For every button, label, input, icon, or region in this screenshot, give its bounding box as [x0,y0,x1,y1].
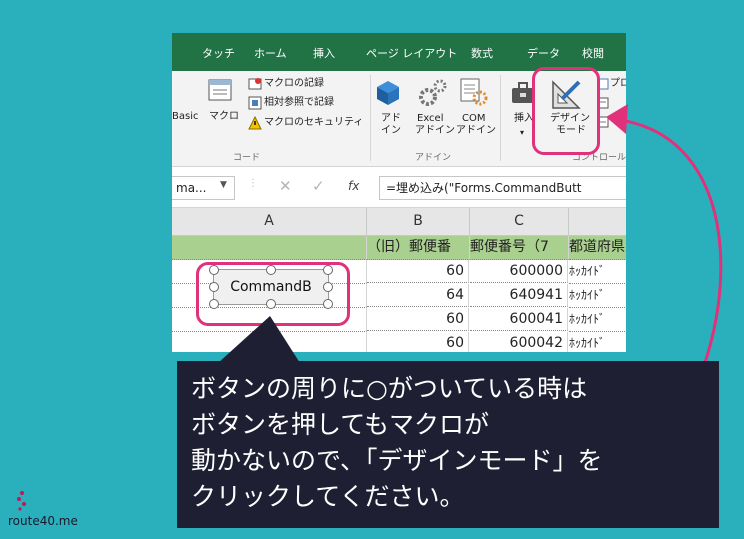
arrowhead-icon [606,104,628,134]
callout-line-1: ボタンの周りに○がついている時は [191,374,588,403]
callout-line-3: 動かないので、「デザインモード」を [191,446,603,475]
route40-logo-icon [17,491,26,511]
instruction-callout: ボタンの周りに○がついている時は ボタンを押してもマクロが 動かないので、「デザ… [177,361,719,528]
callout-line-4: クリックしてください。 [191,482,465,511]
callout-line-2: ボタンを押してもマクロが [191,410,490,439]
callout-pointer [218,316,300,363]
site-logo-text: route40.me [8,514,78,528]
